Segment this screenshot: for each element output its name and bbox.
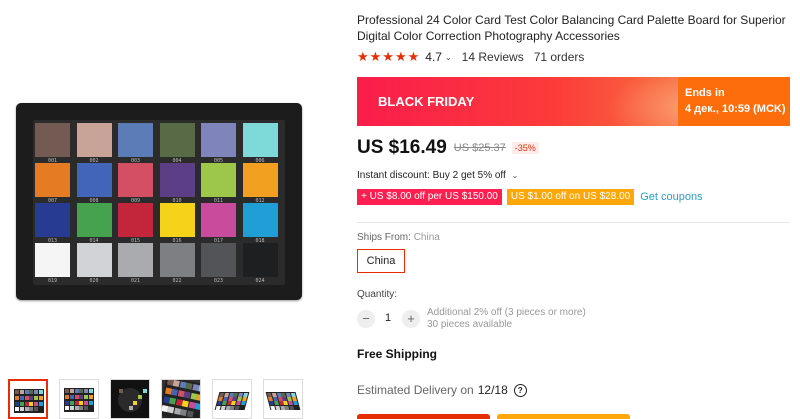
chevron-down-icon: ⌄ (511, 171, 519, 180)
color-swatch (76, 243, 112, 277)
bulk-discount-note: Additional 2% off (3 pieces or more) (427, 307, 586, 318)
current-price: US $16.49 (357, 137, 447, 158)
ships-from-value: China (413, 232, 440, 243)
color-swatch (118, 243, 153, 277)
color-card-thumb-icon[interactable] (59, 379, 99, 419)
color-card-angle-thumb-icon[interactable] (212, 379, 252, 419)
ships-from-option-china[interactable]: China (357, 249, 405, 273)
color-swatch (159, 123, 195, 157)
add-to-cart-button[interactable] (497, 414, 630, 419)
swatch-label: 019 (47, 278, 58, 284)
thumbnail-strip (0, 377, 320, 419)
color-swatch (201, 163, 236, 197)
color-swatch (242, 163, 278, 197)
original-price: US $25.37 (453, 142, 506, 154)
color-card-side-thumb-icon[interactable] (263, 379, 303, 419)
coupon-row: + US $8.00 off per US $150.00 US $1.00 o… (357, 188, 703, 205)
color-swatch (118, 203, 153, 237)
black-friday-banner: BLACK FRIDAY Ends in 4 дек., 10:59 (MCK) (357, 77, 790, 126)
color-swatch (242, 203, 278, 237)
orders-count: 71 orders (533, 50, 585, 64)
color-swatch (76, 123, 112, 157)
store-coupon-badge[interactable]: + US $8.00 off per US $150.00 (357, 188, 502, 205)
swatch-label: 020 (89, 278, 99, 284)
product-title: Professional 24 Color Card Test Color Ba… (357, 13, 786, 43)
color-swatch (35, 243, 70, 277)
color-swatch (201, 203, 236, 237)
chevron-down-icon[interactable]: ⌄ (445, 53, 452, 62)
free-shipping-label: Free Shipping (357, 347, 438, 361)
get-coupons-link[interactable]: Get coupons (640, 191, 702, 203)
color-swatch (35, 163, 70, 197)
swatch-label: 023 (213, 278, 224, 284)
thumbnail-image (118, 388, 147, 412)
swatch-label: 022 (172, 278, 182, 284)
swatch-label: 021 (130, 278, 141, 284)
quantity-note: Additional 2% off (3 pieces or more) 30 … (427, 307, 586, 331)
banner-label: BLACK FRIDAY (378, 94, 475, 109)
swatch-label: 024 (255, 278, 265, 284)
stock-available-note: 30 pieces available (427, 319, 513, 330)
color-swatch (201, 123, 236, 157)
estimated-delivery: Estimated Delivery on 12/18 ? (357, 383, 527, 397)
color-swatch (159, 163, 195, 197)
quantity-value[interactable]: 1 (383, 312, 393, 324)
countdown-box: Ends in 4 дек., 10:59 (MCK) (678, 77, 790, 126)
color-swatch (159, 203, 195, 237)
delivery-date: 12/18 (477, 383, 508, 397)
rating-stars-icon: ★★★★★ (357, 49, 421, 64)
color-swatch (118, 123, 153, 157)
color-swatch (35, 123, 70, 157)
buy-now-button[interactable] (357, 414, 490, 419)
thumbnail-image (14, 389, 44, 413)
quantity-increase-button[interactable]: + (402, 310, 420, 328)
color-swatch (159, 243, 195, 277)
color-swatch (118, 163, 153, 197)
thumbnail-image (265, 392, 301, 410)
select-coupon-badge[interactable]: US $1.00 off on US $28.00 (506, 188, 635, 205)
thumbnail-image (64, 388, 94, 412)
instant-discount-text: Instant discount: Buy 2 get 5% off (357, 170, 506, 181)
price-row: US $16.49 US $25.37 -35% (357, 136, 539, 160)
divider (357, 222, 790, 223)
thumbnail-image (214, 392, 250, 410)
color-card-image: 001 002 003 004 005 006 007 008 009 010 011 012 013 0… (16, 103, 302, 300)
color-card-grid: 001 002 003 004 005 006 007 008 009 010 011 012 013 0… (33, 120, 285, 285)
instant-discount-dropdown[interactable]: Instant discount: Buy 2 get 5% off ⌄ (357, 170, 518, 181)
thumbnail-image (162, 380, 200, 418)
quantity-decrease-button[interactable]: − (357, 310, 375, 328)
color-swatch (242, 123, 278, 157)
delivery-label: Estimated Delivery on (357, 383, 474, 397)
rating-value[interactable]: 4.7 (425, 50, 442, 64)
color-card-closeup-thumb-icon[interactable] (161, 379, 201, 419)
ends-in-label: Ends in (685, 87, 725, 99)
rating-row: ★★★★★ 4.7 ⌄ 14 Reviews 71 orders (357, 49, 584, 65)
ships-from-label: Ships From: China (357, 232, 440, 243)
ends-in-time: 4 дек., 10:59 (MCK) (685, 103, 786, 115)
quantity-label: Quantity: (357, 289, 398, 300)
color-swatch (35, 203, 70, 237)
color-swatch (76, 163, 112, 197)
discount-badge: -35% (511, 142, 539, 154)
main-product-image[interactable]: 001 002 003 004 005 006 007 008 009 010 011 012 013 0… (0, 0, 340, 372)
camera-thumb-icon[interactable] (110, 379, 150, 419)
color-card-thumb-icon[interactable] (8, 379, 48, 419)
color-swatch (242, 243, 278, 277)
color-swatch (76, 203, 112, 237)
reviews-link[interactable]: 14 Reviews (462, 50, 524, 64)
color-swatch (201, 243, 236, 277)
help-icon[interactable]: ? (513, 383, 527, 397)
ships-from-text: Ships From: (357, 232, 411, 243)
